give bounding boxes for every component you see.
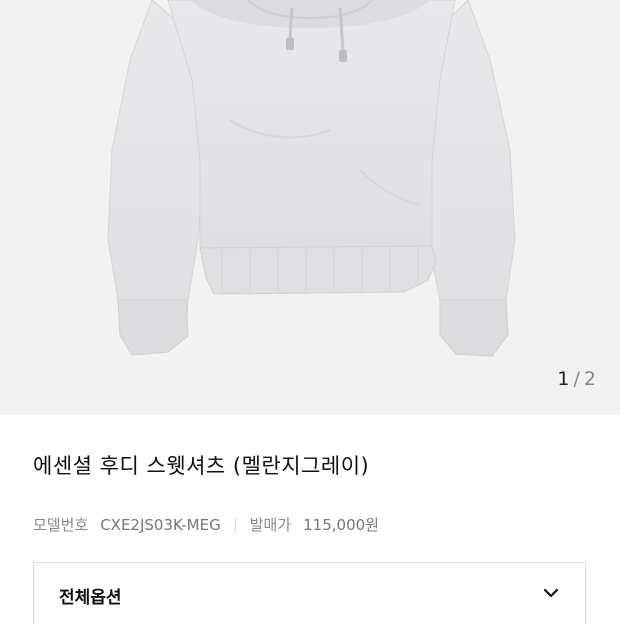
release-price-value: 115,000원 xyxy=(303,516,379,534)
product-info: 에센셜 후디 스웻셔츠 (멜란지그레이) 모델번호 CXE2JS03K-MEG … xyxy=(0,415,620,624)
product-meta: 모델번호 CXE2JS03K-MEG 발매가 115,000원 xyxy=(33,514,379,535)
product-image-gallery[interactable]: 1/2 xyxy=(0,0,620,415)
product-title: 에센셜 후디 스웻셔츠 (멜란지그레이) xyxy=(33,454,370,478)
model-number-value: CXE2JS03K-MEG xyxy=(100,515,221,534)
chevron-down-icon xyxy=(543,585,559,605)
pager-separator: / xyxy=(573,368,580,390)
option-select[interactable]: 전체옵션 xyxy=(33,562,586,624)
option-select-label: 전체옵션 xyxy=(59,588,122,608)
meta-divider xyxy=(234,517,236,532)
model-number-label: 모델번호 xyxy=(33,516,89,534)
pager-total: 2 xyxy=(583,368,596,390)
hoodie-image xyxy=(107,0,516,357)
pager-current: 1 xyxy=(557,368,570,390)
release-price-label: 발매가 xyxy=(249,516,292,534)
gallery-pager: 1/2 xyxy=(557,368,596,390)
